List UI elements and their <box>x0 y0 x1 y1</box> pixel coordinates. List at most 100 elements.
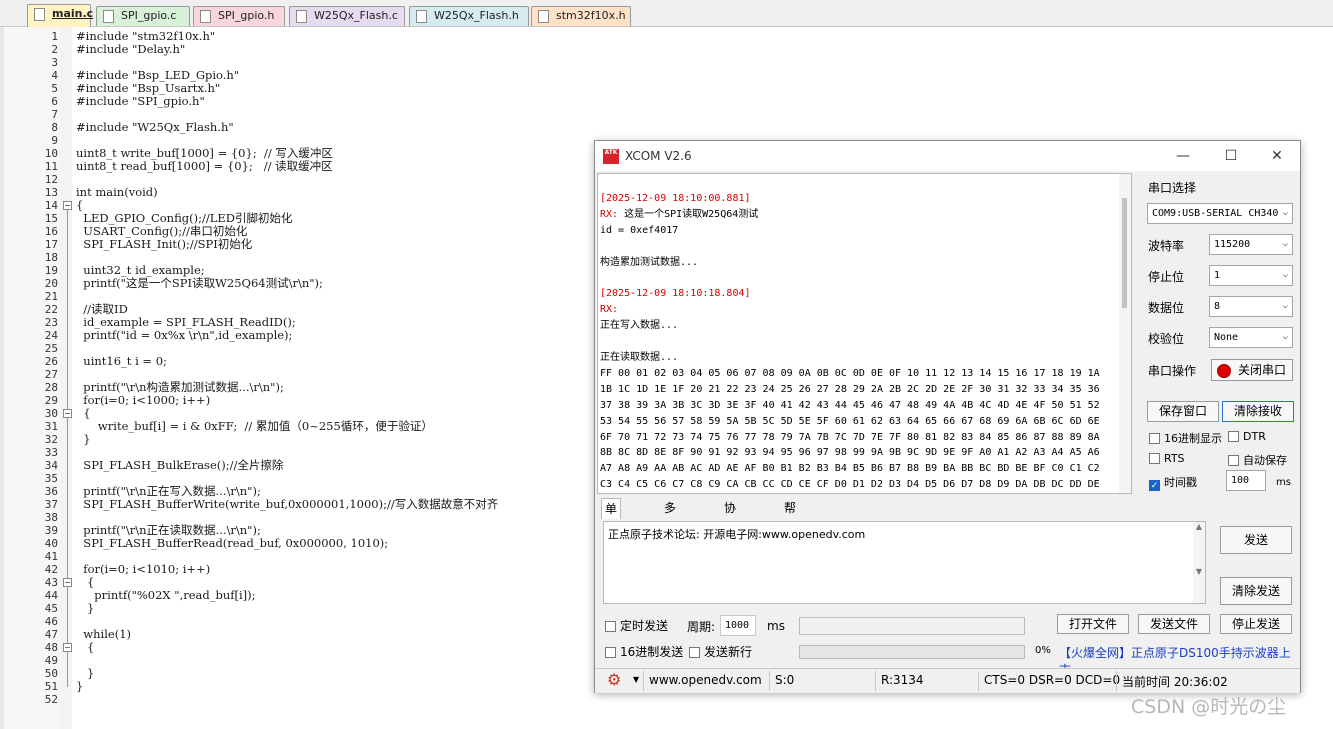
receive-line: FF 00 01 02 03 04 05 06 07 08 09 0A 0B 0… <box>600 367 1100 379</box>
line-number: 41 <box>44 550 58 563</box>
line-number: 49 <box>44 654 58 667</box>
receive-area[interactable]: [2025-12-09 18:10:00.881] RX: 这是一个SPI读取W2… <box>597 173 1132 494</box>
tab-protocol[interactable]: 协议传输 <box>721 498 739 575</box>
fold-guide <box>67 210 68 687</box>
baud-select[interactable]: 115200 ⌵ <box>1209 234 1293 255</box>
code-text: SPI_FLASH_BufferWrite(write_buf,0x000001… <box>76 497 499 511</box>
line-number: 50 <box>44 667 58 680</box>
code-text: { <box>76 640 95 654</box>
dtr-checkbox[interactable]: DTR <box>1228 430 1266 443</box>
code-text: uint16_t i = 0; <box>76 354 167 368</box>
tab-label: main.c <box>52 7 94 20</box>
receive-line: RX: 这是一个SPI读取W25Q64测试 <box>600 208 758 222</box>
clear-receive-button[interactable]: 清除接收 <box>1222 401 1294 422</box>
line-number: 23 <box>44 316 58 329</box>
hex-send-checkbox[interactable]: 16进制发送 <box>605 643 683 660</box>
fold-toggle-icon[interactable]: − <box>63 201 72 210</box>
rts-checkbox[interactable]: RTS <box>1149 452 1185 465</box>
line-number: 30 <box>44 407 58 420</box>
receive-scrollbar[interactable] <box>1119 174 1131 493</box>
send-file-label: 发送文件 <box>1149 617 1198 631</box>
tab-label: SPI_gpio.c <box>121 9 177 22</box>
clear-send-button[interactable]: 清除发送 <box>1220 577 1292 605</box>
data-bits-select[interactable]: 8 ⌵ <box>1209 296 1293 317</box>
code-line[interactable]: 2 #include "Delay.h" <box>0 43 700 57</box>
tab-single-send[interactable]: 单条发送 <box>601 498 622 576</box>
rx-text: 这是一个SPI读取W25Q64测试 <box>618 208 759 220</box>
line-number: 45 <box>44 602 58 615</box>
code-text: } <box>76 601 95 615</box>
tab-spi-gpio-h[interactable]: SPI_gpio.h <box>193 6 285 26</box>
maximize-icon[interactable]: ☐ <box>1217 145 1245 167</box>
code-text: SPI_FLASH_BufferRead(read_buf, 0x000000,… <box>76 536 389 550</box>
parity-select[interactable]: None ⌵ <box>1209 327 1293 348</box>
code-text: SPI_FLASH_Init();//SPI初始化 <box>76 237 253 251</box>
tab-multi-send[interactable]: 多条发送 <box>661 498 679 575</box>
stop-send-button[interactable]: 停止发送 <box>1220 614 1292 634</box>
close-port-button[interactable]: 关闭串口 <box>1211 359 1293 381</box>
line-number: 31 <box>44 420 58 433</box>
title-bar[interactable]: ATK XCOM V2.6 — ☐ ✕ <box>595 141 1300 171</box>
timed-send-checkbox[interactable]: 定时发送 <box>605 617 668 634</box>
line-number: 39 <box>44 524 58 537</box>
auto-save-checkbox[interactable]: 自动保存 <box>1228 452 1287 468</box>
tab-w25qx-flash-c[interactable]: W25Qx_Flash.c <box>289 6 405 26</box>
dtr-label: DTR <box>1243 430 1266 443</box>
receive-line: 正在写入数据... <box>600 320 679 332</box>
port-value: COM9:USB-SERIAL CH340 <box>1152 208 1279 219</box>
close-icon[interactable]: ✕ <box>1263 145 1291 167</box>
timestamp-interval-input[interactable]: 100 <box>1226 470 1266 491</box>
atk-logo-icon: ATK <box>603 149 619 164</box>
baud-label: 波特率 <box>1148 239 1185 253</box>
period-input[interactable]: 1000 <box>720 615 756 636</box>
status-separator <box>875 671 876 691</box>
send-scrollbar[interactable]: ▲ ▼ <box>1193 522 1205 603</box>
line-number: 40 <box>44 537 58 550</box>
tab-main-c[interactable]: main.c <box>27 4 94 27</box>
tab-spi-gpio-c[interactable]: SPI_gpio.c <box>96 6 190 26</box>
stop-bits-select[interactable]: 1 ⌵ <box>1209 265 1293 286</box>
save-window-button[interactable]: 保存窗口 <box>1147 401 1219 422</box>
send-newline-checkbox[interactable]: 发送新行 <box>689 643 752 660</box>
status-url[interactable]: www.openedv.com <box>649 673 762 687</box>
fold-toggle-icon[interactable]: − <box>63 643 72 652</box>
open-file-button[interactable]: 打开文件 <box>1057 614 1129 634</box>
code-text: } <box>76 679 84 693</box>
status-separator <box>643 671 644 691</box>
tab-stm32f10x-h[interactable]: stm32f10x.h <box>531 6 631 26</box>
gear-icon[interactable]: ⚙ <box>607 670 621 689</box>
timestamp-value: 100 <box>1231 475 1250 486</box>
line-number: 7 <box>51 108 58 121</box>
save-window-label: 保存窗口 <box>1158 404 1207 418</box>
tab-help[interactable]: 帮助 <box>781 498 799 535</box>
receive-line: 1B 1C 1D 1E 1F 20 21 22 23 24 25 26 27 2… <box>600 383 1100 395</box>
timestamp-checkbox[interactable]: ✓ 时间戳 <box>1149 474 1197 491</box>
scroll-thumb[interactable] <box>1122 198 1127 308</box>
code-line[interactable]: 8 #include "W25Qx_Flash.h" <box>0 121 700 135</box>
data-bits-label: 数据位 <box>1148 301 1185 315</box>
line-number: 2 <box>51 43 58 56</box>
send-textarea[interactable]: 正点原子技术论坛: 开源电子网:www.openedv.com ▲ ▼ <box>603 521 1206 604</box>
fold-toggle-icon[interactable]: − <box>63 578 72 587</box>
code-line[interactable]: 6 #include "SPI_gpio.h" <box>0 95 700 109</box>
hex-display-checkbox[interactable]: 16进制显示 <box>1149 430 1222 446</box>
checkbox-box <box>605 647 616 658</box>
send-button[interactable]: 发送 <box>1220 526 1292 554</box>
timestamp-label: 时间戳 <box>1164 476 1197 489</box>
line-number: 28 <box>44 381 58 394</box>
fold-guide <box>67 587 68 609</box>
code-text: printf("id = 0x%x \r\n",id_example); <box>76 328 293 342</box>
send-file-button[interactable]: 发送文件 <box>1138 614 1210 634</box>
code-text: printf("这是一个SPI读取W25Q64测试\r\n"); <box>76 276 323 290</box>
port-select[interactable]: COM9:USB-SERIAL CH340 ⌵ <box>1147 203 1293 224</box>
status-time: 当前时间 20:36:02 <box>1122 675 1228 689</box>
tab-w25qx-flash-h[interactable]: W25Qx_Flash.h <box>409 6 529 26</box>
status-separator <box>769 671 770 691</box>
gear-menu-caret-icon[interactable]: ▼ <box>633 675 639 684</box>
code-text: for(i=0; i<1000; i++) <box>76 393 211 407</box>
fold-toggle-icon[interactable]: − <box>63 409 72 418</box>
code-line[interactable]: 52 <box>0 693 700 706</box>
code-text: for(i=0; i<1010; i++) <box>76 562 211 576</box>
line-number: 11 <box>44 160 58 173</box>
minimize-icon[interactable]: — <box>1169 145 1197 167</box>
